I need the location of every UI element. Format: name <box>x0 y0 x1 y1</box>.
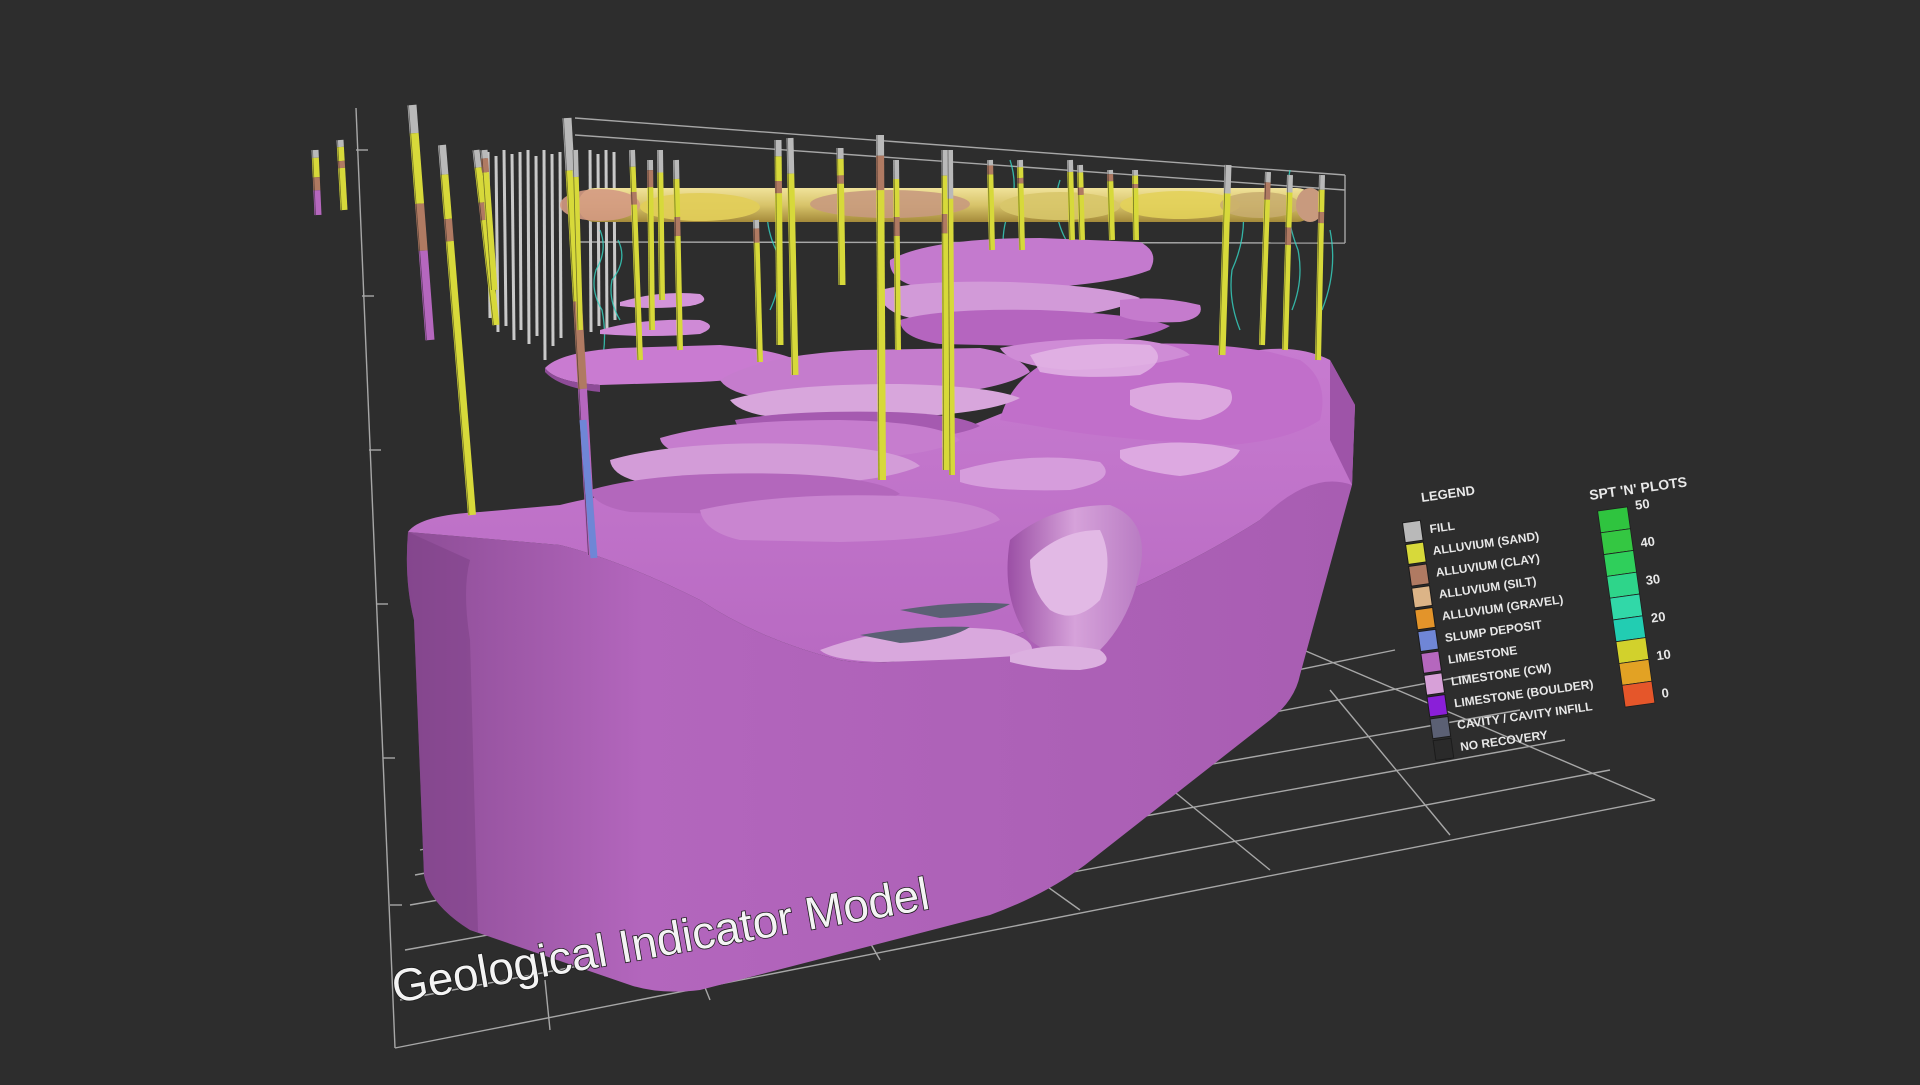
legend-title: LEGEND <box>1420 483 1476 505</box>
borehole <box>1108 170 1112 240</box>
spt-segment <box>1619 659 1652 685</box>
borehole <box>894 160 898 350</box>
borehole <box>838 148 843 285</box>
borehole <box>1078 165 1082 240</box>
legend-swatch <box>1421 651 1442 673</box>
borehole <box>877 135 882 480</box>
spt-colorbar: SPT 'N' PLOTS 50403020100 <box>1588 473 1717 708</box>
borehole <box>439 145 472 515</box>
legend-swatch <box>1412 586 1433 608</box>
legend-label: LIMESTONE <box>1447 643 1518 667</box>
borehole <box>788 138 796 375</box>
borehole <box>776 140 781 345</box>
legend-swatch <box>1427 695 1448 717</box>
borehole <box>338 140 345 210</box>
legend-swatch <box>1415 607 1436 629</box>
borehole <box>1068 160 1072 240</box>
geological-3d-viewport[interactable]: Geological Indicator Model LEGEND FILLAL… <box>0 0 1920 1080</box>
legend-label: FILL <box>1429 519 1456 536</box>
spt-segment <box>1601 529 1634 555</box>
borehole <box>658 150 662 300</box>
spt-tick-label: 0 <box>1661 685 1670 701</box>
spt-tick-label: 50 <box>1634 496 1650 513</box>
spt-segment <box>1607 572 1640 598</box>
legend-swatch <box>1433 738 1454 760</box>
legend-label: SLUMP DEPOSIT <box>1444 617 1543 645</box>
borehole <box>1133 170 1136 240</box>
legend-swatch <box>1409 564 1430 586</box>
spt-segment <box>1610 594 1643 620</box>
legend-swatch <box>1424 673 1445 695</box>
spt-segment <box>1613 616 1646 642</box>
legend: LEGEND FILLALLUVIUM (SAND)ALLUVIUM (CLAY… <box>1398 470 1600 761</box>
legend-items: FILLALLUVIUM (SAND)ALLUVIUM (CLAY)ALLUVI… <box>1403 500 1601 761</box>
borehole <box>754 220 760 362</box>
legend-label: NO RECOVERY <box>1459 728 1548 754</box>
spt-segment <box>1604 550 1637 576</box>
legend-swatch <box>1430 716 1451 738</box>
model-scene: Geological Indicator Model LEGEND FILLAL… <box>0 0 1920 1080</box>
legend-swatch <box>1403 520 1424 542</box>
legend-swatch <box>1418 629 1439 651</box>
spt-segment <box>1622 681 1655 707</box>
spt-segment <box>1616 638 1649 664</box>
spt-tick-label: 30 <box>1645 571 1661 588</box>
borehole <box>943 150 947 470</box>
borehole <box>988 160 992 250</box>
borehole <box>313 150 319 215</box>
spt-segment <box>1598 507 1631 533</box>
spt-tick-label: 20 <box>1650 609 1666 626</box>
borehole <box>409 105 431 340</box>
spt-tick-label: 40 <box>1639 533 1655 550</box>
borehole <box>1018 160 1022 250</box>
spt-tick-label: 10 <box>1655 646 1671 663</box>
legend-swatch <box>1406 542 1427 564</box>
